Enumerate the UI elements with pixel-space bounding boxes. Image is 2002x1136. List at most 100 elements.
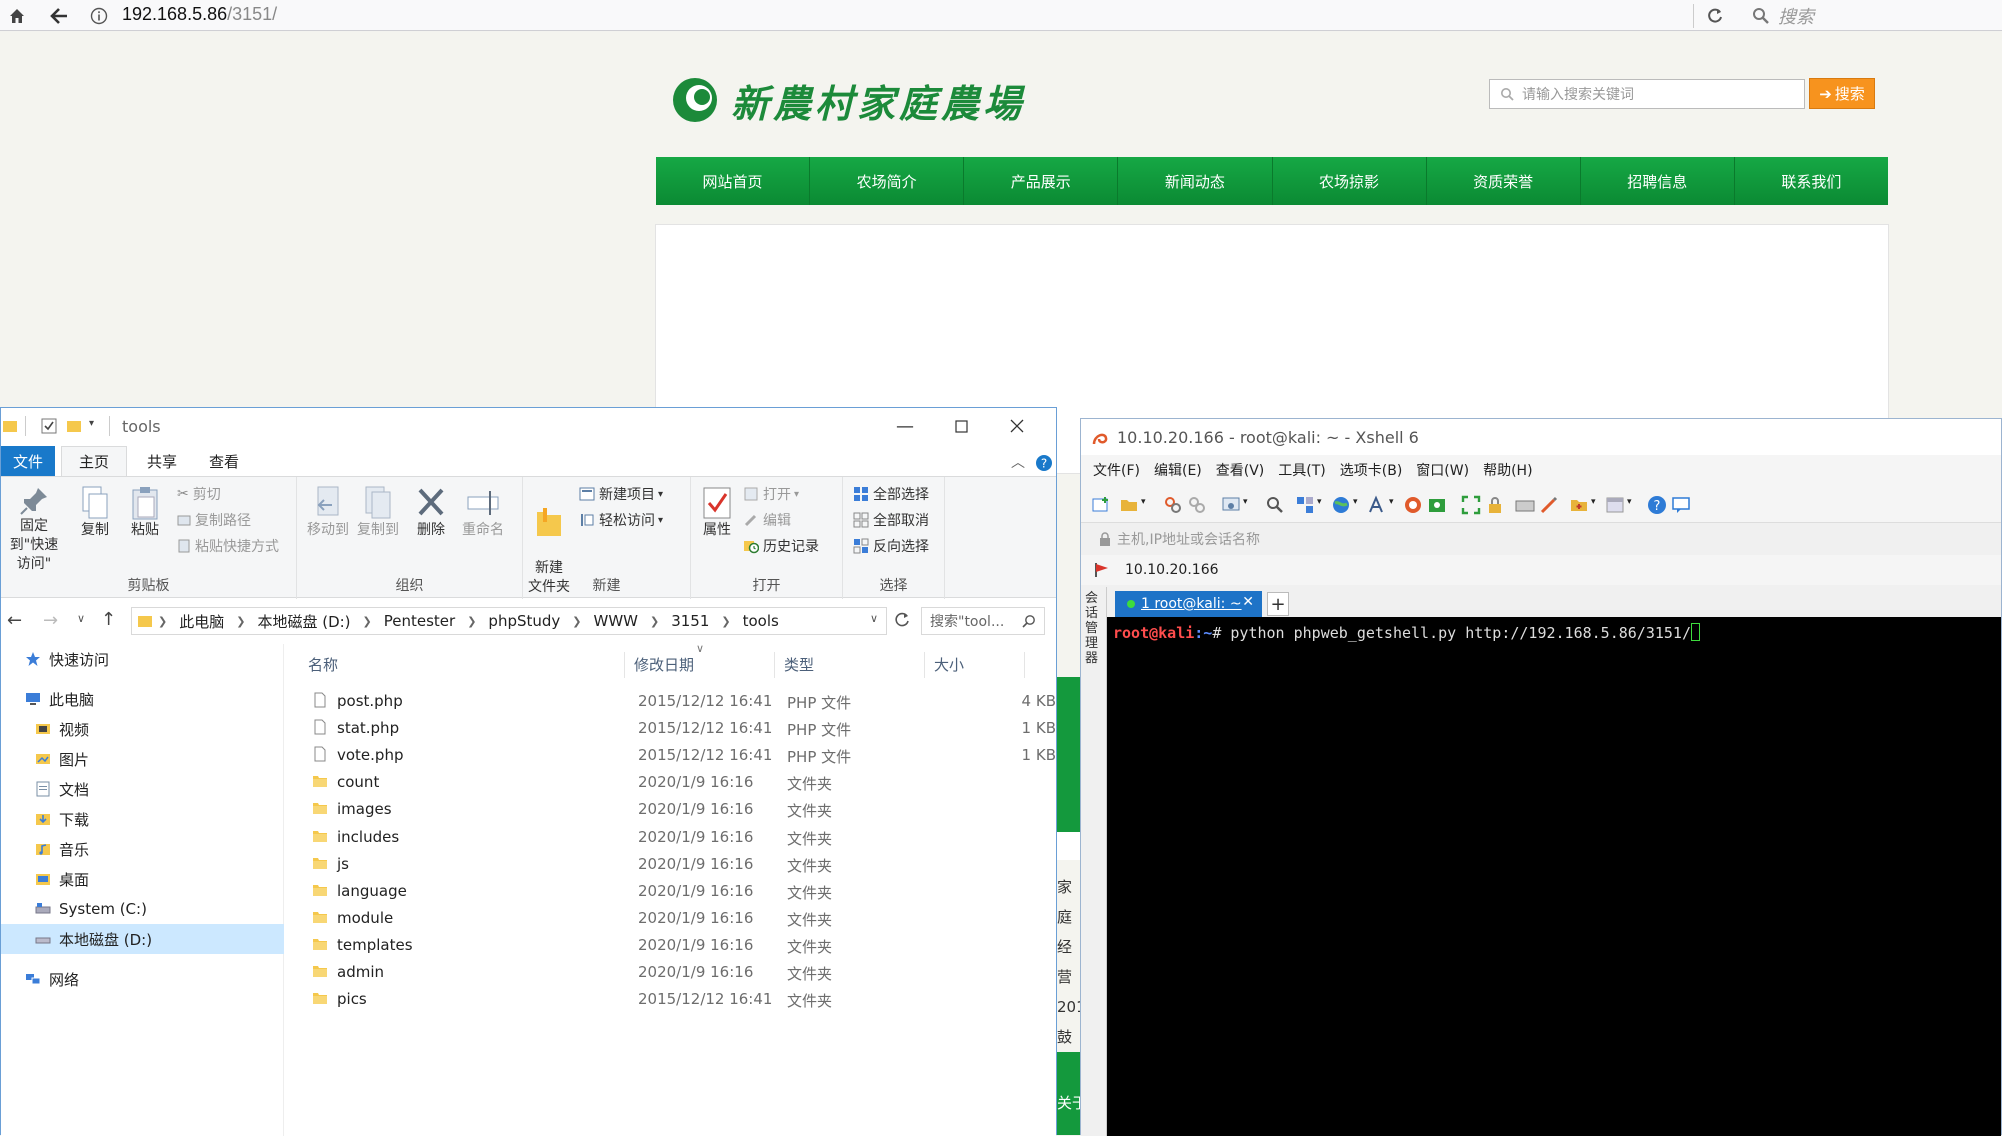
history-button[interactable]: 历史记录: [743, 535, 819, 557]
new-item-button[interactable]: 新建项目 ▾: [579, 483, 663, 505]
column-header-size[interactable]: 大小: [934, 654, 964, 675]
file-row[interactable]: admin 2020/1/9 16:16 文件夹: [284, 959, 1056, 986]
file-row[interactable]: post.php 2015/12/12 16:41 PHP 文件 4 KB: [284, 688, 1056, 715]
keyboard-icon[interactable]: [1515, 495, 1535, 515]
tab-share[interactable]: 共享: [135, 446, 189, 476]
column-divider[interactable]: [1024, 652, 1025, 678]
nav-gallery[interactable]: 农场掠影: [1273, 157, 1427, 205]
properties-icon[interactable]: [1221, 495, 1241, 515]
cut-button[interactable]: ✂ 剪切: [177, 483, 221, 505]
home-icon[interactable]: [2, 0, 32, 31]
nav-network[interactable]: 网络: [1, 964, 284, 994]
session-folder-icon[interactable]: [1569, 495, 1589, 515]
invert-selection-button[interactable]: 反向选择: [853, 535, 929, 557]
url-field[interactable]: 192.168.5.86/3151/: [122, 4, 277, 25]
nav-pictures[interactable]: 图片: [1, 744, 284, 774]
nav-system-c[interactable]: System (C:): [1, 894, 284, 924]
pin-quick-access-button[interactable]: 固定到"快速访问": [3, 485, 65, 574]
transfer-icon[interactable]: [1295, 495, 1315, 515]
fullscreen-icon[interactable]: [1461, 495, 1481, 515]
reload-icon[interactable]: [1700, 0, 1730, 31]
up-icon[interactable]: ↑: [101, 609, 116, 630]
column-header-name[interactable]: 名称: [308, 654, 338, 675]
nav-music[interactable]: 音乐: [1, 834, 284, 864]
nav-home[interactable]: 网站首页: [656, 157, 811, 205]
chevron-down-icon[interactable]: ▾: [1243, 497, 1248, 507]
nav-desktop[interactable]: 桌面: [1, 864, 284, 894]
terminal[interactable]: root@kali:~# python phpweb_getshell.py h…: [1107, 617, 2001, 1136]
xshell-titlebar[interactable]: 10.10.20.166 - root@kali: ~ - Xshell 6: [1081, 419, 2001, 455]
file-row[interactable]: module 2020/1/9 16:16 文件夹: [284, 905, 1056, 932]
nav-quick-access[interactable]: 快速访问: [1, 644, 284, 674]
file-row[interactable]: count 2020/1/9 16:16 文件夹: [284, 769, 1056, 796]
tab-view[interactable]: 查看: [197, 446, 251, 476]
menu-help[interactable]: 帮助(H): [1483, 460, 1532, 480]
menu-view[interactable]: 查看(V): [1216, 460, 1265, 480]
font-icon[interactable]: [1367, 495, 1387, 515]
back-icon[interactable]: [44, 0, 74, 31]
lock-icon[interactable]: [1485, 495, 1505, 515]
nav-honors[interactable]: 资质荣誉: [1427, 157, 1581, 205]
chevron-down-icon[interactable]: ▾: [1389, 497, 1394, 507]
breadcrumb-3151[interactable]: 3151: [671, 612, 709, 630]
maximize-icon[interactable]: [933, 408, 989, 444]
tab-home[interactable]: 主页: [61, 446, 127, 476]
session-tab[interactable]: 1 root@kali: ~ ✕: [1115, 591, 1262, 617]
find-icon[interactable]: [1265, 495, 1285, 515]
site-search-button[interactable]: ➔ 搜索: [1809, 78, 1875, 109]
recent-locations-icon[interactable]: ∨: [77, 612, 85, 625]
add-tab-button[interactable]: +: [1267, 592, 1289, 616]
breadcrumb-www[interactable]: WWW: [594, 612, 639, 630]
edit-button[interactable]: 编辑: [743, 509, 791, 531]
file-row[interactable]: includes 2020/1/9 16:16 文件夹: [284, 824, 1056, 851]
chevron-down-icon[interactable]: ▾: [1591, 497, 1596, 507]
copy-button[interactable]: 复制: [73, 485, 117, 540]
xshell-icon[interactable]: [1403, 495, 1423, 515]
column-header-date[interactable]: 修改日期: [634, 654, 694, 675]
nav-drive-d[interactable]: 本地磁盘 (D:): [1, 924, 284, 954]
menu-window[interactable]: 窗口(W): [1416, 460, 1469, 480]
paste-shortcut-button[interactable]: 粘贴快捷方式: [177, 535, 279, 557]
nav-about[interactable]: 农场简介: [810, 157, 965, 205]
nav-videos[interactable]: 视频: [1, 714, 284, 744]
tab-file[interactable]: 文件: [1, 446, 55, 476]
breadcrumb-tools[interactable]: tools: [743, 612, 779, 630]
forward-icon[interactable]: →: [43, 610, 58, 631]
compose-icon[interactable]: [1539, 495, 1559, 515]
file-row[interactable]: language 2020/1/9 16:16 文件夹: [284, 878, 1056, 905]
menu-edit[interactable]: 编辑(E): [1154, 460, 1202, 480]
nav-products[interactable]: 产品展示: [964, 157, 1119, 205]
file-row[interactable]: vote.php 2015/12/12 16:41 PHP 文件 1 KB: [284, 742, 1056, 769]
rename-button[interactable]: 重命名: [457, 485, 509, 540]
explorer-titlebar[interactable]: ▾ tools —: [1, 408, 1056, 446]
open-button[interactable]: 打开 ▾: [743, 483, 799, 505]
new-session-icon[interactable]: [1091, 495, 1111, 515]
chevron-down-icon[interactable]: ▾: [1317, 497, 1322, 507]
file-row[interactable]: templates 2020/1/9 16:16 文件夹: [284, 932, 1056, 959]
quick-access-dropdown-icon[interactable]: ▾: [89, 418, 94, 429]
disconnect-icon[interactable]: [1187, 495, 1207, 515]
chevron-down-icon[interactable]: ▾: [1627, 497, 1632, 507]
chevron-down-icon[interactable]: ▾: [1141, 497, 1146, 507]
menu-tabs[interactable]: 选项卡(B): [1340, 460, 1403, 480]
chat-icon[interactable]: [1671, 495, 1691, 515]
menu-file[interactable]: 文件(F): [1093, 460, 1140, 480]
column-divider[interactable]: [624, 652, 625, 678]
file-row[interactable]: js 2020/1/9 16:16 文件夹: [284, 851, 1056, 878]
breadcrumb-pentester[interactable]: Pentester: [384, 612, 455, 630]
address-dropdown-icon[interactable]: ∨: [870, 612, 878, 625]
menu-tools[interactable]: 工具(T): [1278, 460, 1325, 480]
layout-icon[interactable]: [1605, 495, 1625, 515]
session-manager-sidebar[interactable]: 会话管理器: [1081, 587, 1107, 1136]
nav-news[interactable]: 新闻动态: [1118, 157, 1273, 205]
address-bar[interactable]: ❯ 此电脑 ❯ 本地磁盘 (D:) ❯ Pentester ❯ phpStudy…: [131, 607, 887, 635]
copy-to-button[interactable]: 复制到: [355, 485, 401, 540]
file-row[interactable]: pics 2015/12/12 16:41 文件夹: [284, 986, 1056, 1013]
help-icon[interactable]: ?: [1647, 495, 1667, 515]
globe-icon[interactable]: [1331, 495, 1351, 515]
site-info-icon[interactable]: [84, 0, 114, 31]
paste-button[interactable]: 粘贴: [123, 485, 167, 540]
collapse-ribbon-icon[interactable]: ︿: [1011, 452, 1025, 472]
nav-downloads[interactable]: 下载: [1, 804, 284, 834]
nav-jobs[interactable]: 招聘信息: [1581, 157, 1735, 205]
